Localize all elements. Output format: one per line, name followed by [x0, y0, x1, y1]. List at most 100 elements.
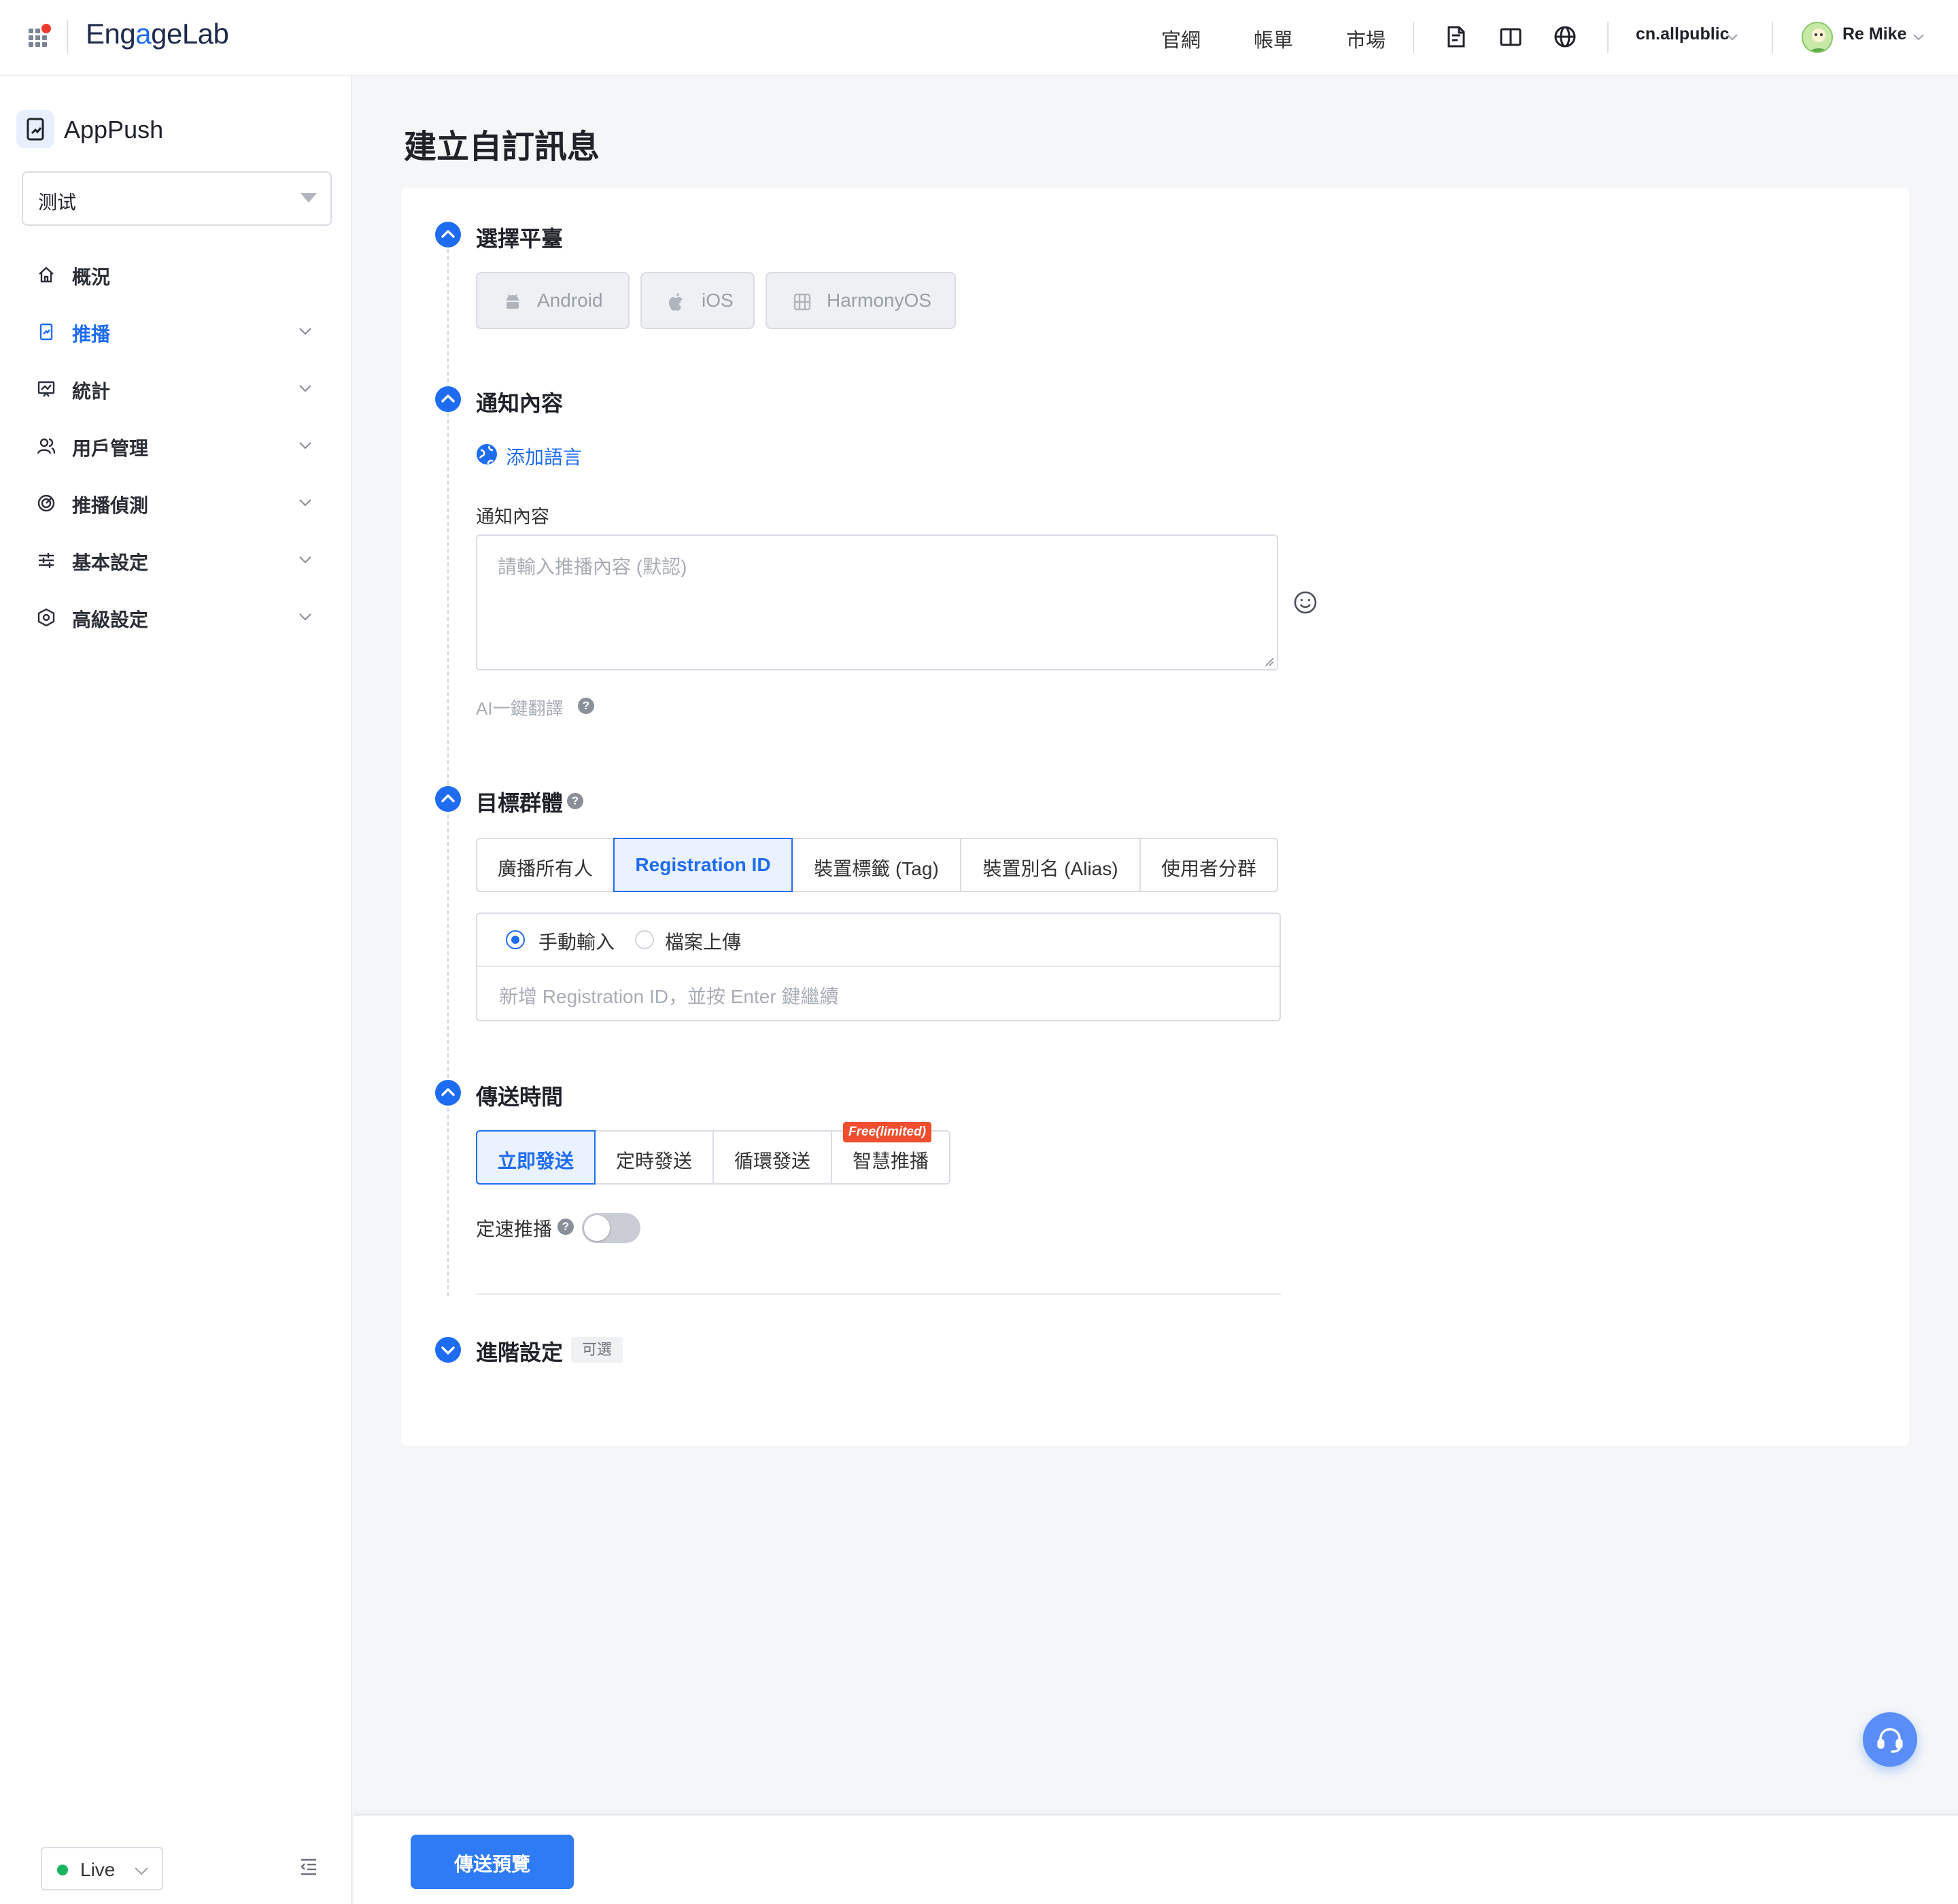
platform-harmonyos-button[interactable]: HarmonyOS [766, 272, 956, 329]
sidebar-item-push-detection[interactable]: 推播偵測 [22, 479, 332, 528]
section-title-platform: 選擇平臺 [476, 226, 564, 251]
chevron-down-icon [299, 442, 311, 449]
page-title: 建立自訂訊息 [404, 129, 600, 165]
platform-ios-button[interactable]: iOS [640, 272, 755, 329]
android-icon [503, 292, 522, 311]
platform-label: HarmonyOS [827, 290, 932, 311]
collapse-section-target[interactable] [435, 786, 461, 812]
expand-section-advanced[interactable] [435, 1337, 461, 1363]
tab-label: 廣播所有人 [497, 858, 593, 879]
section-title-schedule: 傳送時間 [476, 1085, 564, 1109]
sidebar-item-label: 統計 [72, 381, 111, 402]
help-icon[interactable]: ? [567, 793, 583, 809]
tab-broadcast-all[interactable]: 廣播所有人 [476, 838, 615, 892]
section-title-target: 目標群體 [476, 791, 564, 815]
user-name[interactable]: Re Mike [1842, 24, 1906, 44]
radar-icon [37, 494, 56, 513]
sidebar-item-overview[interactable]: 概況 [22, 250, 332, 299]
workspace-selector[interactable]: cn.allpublic [1636, 24, 1730, 44]
collapse-section-platform[interactable] [435, 222, 461, 248]
button-label: 傳送預覽 [453, 1854, 530, 1875]
sidebar-item-user-management[interactable]: 用戶管理 [22, 422, 332, 471]
live-status-dot [57, 1865, 68, 1875]
sliders-icon [37, 551, 56, 570]
form-card [401, 188, 1909, 1446]
chevron-down-icon [299, 556, 311, 564]
tab-label: 使用者分群 [1161, 858, 1256, 879]
book-icon[interactable] [1498, 24, 1523, 49]
collapse-section-schedule[interactable] [435, 1080, 461, 1106]
send-now-button[interactable]: 立即發送 [476, 1130, 596, 1185]
nav-official-site[interactable]: 官網 [1161, 24, 1201, 53]
registration-id-box: 手動輸入 檔案上傳 新增 Registration ID，並按 Enter 鍵繼… [476, 913, 1281, 1021]
apps-grid-icon[interactable] [27, 23, 52, 48]
nav-marketplace[interactable]: 市場 [1346, 24, 1386, 53]
scheduled-send-button[interactable]: 定時發送 [594, 1130, 714, 1185]
recurring-send-button[interactable]: 循環發送 [712, 1130, 832, 1185]
project-select[interactable]: 测试 [22, 171, 332, 226]
sidebar-item-basic-settings[interactable]: 基本設定 [22, 536, 332, 585]
tab-device-alias[interactable]: 裝置別名 (Alias) [960, 838, 1141, 892]
option-label: 智慧推播 [852, 1151, 929, 1172]
push-icon [37, 322, 56, 341]
registration-id-input[interactable]: 新增 Registration ID，並按 Enter 鍵繼續 [499, 982, 838, 1009]
collapse-sidebar-icon[interactable] [299, 1856, 318, 1875]
collapse-section-content[interactable] [435, 386, 461, 412]
environment-label: Live [80, 1859, 116, 1880]
sidebar-item-label: 高級設定 [72, 609, 149, 630]
sidebar-item-push[interactable]: 推播 [22, 307, 332, 356]
chevron-down-icon [135, 1867, 148, 1875]
environment-select[interactable]: Live [41, 1847, 163, 1890]
doc-icon[interactable] [1444, 24, 1468, 49]
users-icon [37, 437, 56, 456]
notification-content-textarea[interactable]: 請輸入推播內容 (默認) [476, 534, 1278, 670]
free-limited-badge: Free(limited) [843, 1122, 932, 1142]
tab-registration-id[interactable]: Registration ID [613, 838, 793, 892]
project-name: 测试 [38, 192, 77, 213]
engagelab-logo[interactable]: EngageLab [86, 18, 229, 50]
sidebar-item-label: 用戶管理 [72, 438, 149, 459]
radio-manual-input[interactable] [506, 930, 525, 949]
tab-user-segment[interactable]: 使用者分群 [1139, 838, 1278, 892]
customer-support-button[interactable] [1863, 1712, 1917, 1767]
ai-translate-label[interactable]: AI一鍵翻譯 [476, 695, 564, 720]
textarea-placeholder: 請輸入推播內容 (默認) [498, 556, 687, 577]
divider [1607, 22, 1609, 53]
footer-bar [354, 1814, 1958, 1904]
help-icon[interactable]: ? [557, 1219, 574, 1235]
top-bar: EngageLab 官網 帳單 市場 cn.allpublic Re Mike [0, 0, 1958, 76]
rate-limit-toggle[interactable] [582, 1213, 640, 1243]
sidebar-item-label: 基本設定 [72, 552, 149, 573]
option-label: 定時發送 [615, 1151, 692, 1172]
nav-billing[interactable]: 帳單 [1254, 24, 1293, 53]
content-field-label: 通知內容 [476, 507, 549, 527]
chart-icon [37, 379, 56, 398]
chevron-down-icon [1913, 34, 1924, 41]
resize-handle-icon[interactable] [1263, 656, 1274, 666]
sidebar-item-label: 推播 [72, 324, 111, 345]
emoji-icon[interactable] [1293, 590, 1318, 615]
globe-icon[interactable] [1553, 24, 1577, 49]
harmonyos-icon [793, 292, 812, 311]
tab-device-tag[interactable]: 裝置標籤 (Tag) [791, 838, 961, 892]
tab-label: 裝置標籤 (Tag) [814, 858, 939, 879]
radio-label: 手動輸入 [538, 932, 615, 953]
chevron-down-icon [299, 499, 311, 507]
help-icon[interactable]: ? [578, 698, 594, 714]
platform-android-button[interactable]: Android [476, 272, 630, 329]
divider [476, 1293, 1281, 1295]
add-language-label: 添加語言 [506, 447, 583, 468]
divider [1772, 22, 1773, 53]
sidebar-item-statistics[interactable]: 統計 [22, 364, 332, 413]
send-preview-button[interactable]: 傳送預覽 [411, 1835, 574, 1889]
radio-file-upload[interactable] [635, 930, 654, 949]
chevron-down-icon [1727, 34, 1738, 41]
sidebar-item-label: 概況 [72, 267, 111, 288]
section-title-content: 通知內容 [476, 391, 564, 415]
sidebar-item-advanced-settings[interactable]: 高級設定 [22, 593, 332, 642]
globe-icon [476, 443, 498, 465]
divider [67, 20, 68, 53]
user-avatar[interactable] [1802, 22, 1833, 53]
headset-icon [1877, 1728, 1903, 1753]
option-label: 循環發送 [734, 1151, 810, 1172]
